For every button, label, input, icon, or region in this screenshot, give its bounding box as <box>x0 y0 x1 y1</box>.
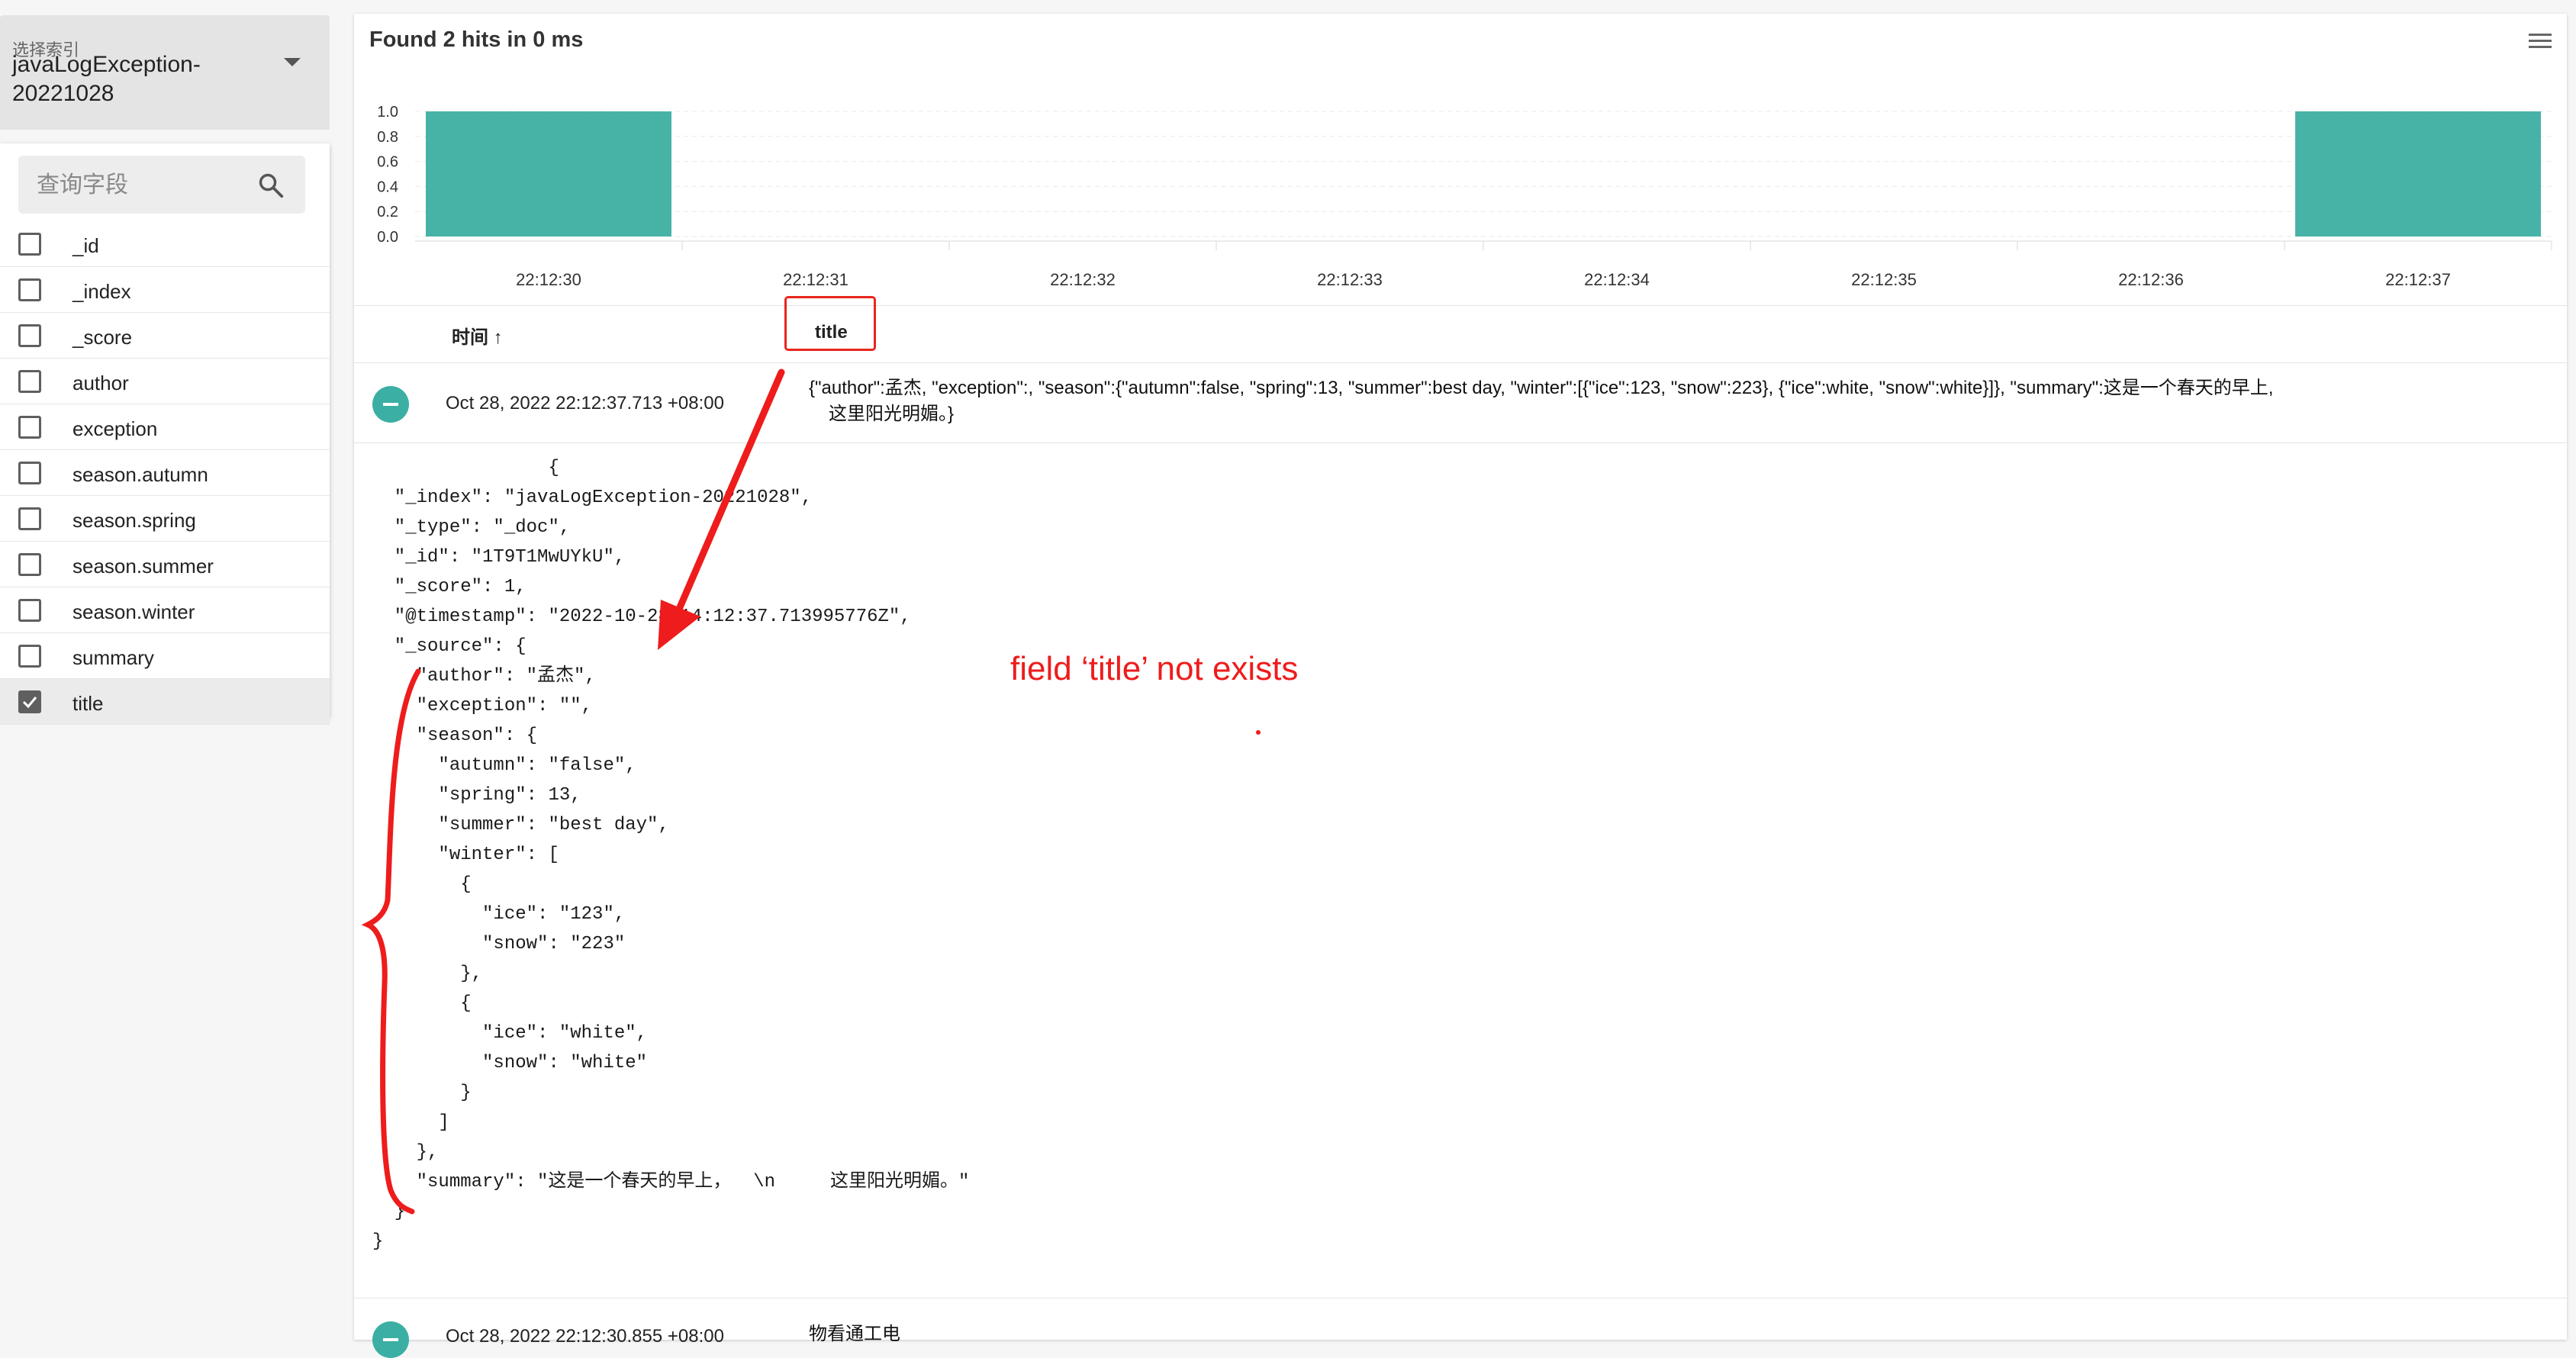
field-item-exception[interactable]: exception <box>0 404 330 450</box>
field-item-season-winter[interactable]: season.winter <box>0 587 330 633</box>
field-item-score[interactable]: _score <box>0 313 330 359</box>
sidebar: 选择索引 javaLogException-20221028 _id _index… <box>0 0 330 1340</box>
hits-count: Found 2 hits in 0 ms <box>369 27 584 52</box>
search-icon[interactable] <box>256 171 285 200</box>
divider <box>354 442 2567 443</box>
field-item-author[interactable]: author <box>0 359 330 404</box>
check-icon <box>22 697 37 709</box>
hamburger-menu-icon[interactable] <box>2527 31 2553 52</box>
field-item-summary[interactable]: summary <box>0 633 330 679</box>
field-item-title[interactable]: title <box>0 679 330 725</box>
field-panel: _id _index _scoreauthor exception season.aut… <box>0 143 330 725</box>
y-tick-label: 0.4 <box>377 179 398 195</box>
y-tick-label: 0.6 <box>377 154 398 171</box>
row-summary-line: 这里阳光明媚。} <box>829 404 955 424</box>
field-label: _score <box>72 326 133 349</box>
highlight-box <box>784 296 876 351</box>
field-item-index[interactable]: _index <box>0 267 330 313</box>
field-search-input[interactable] <box>35 156 252 215</box>
results-panel: Found 2 hits in 0 ms 0.0 0.2 0.4 0.6 0.8 1.0 2… <box>354 14 2567 1358</box>
checkbox-icon[interactable] <box>18 507 41 530</box>
expanded-document-json: { "_index": "javaLogException-20221028",… <box>372 458 970 1252</box>
row-time: Oct 28, 2022 22:12:30.855 +08:00 <box>446 1326 724 1347</box>
divider <box>354 305 2567 306</box>
checkbox-icon[interactable] <box>18 324 41 347</box>
x-tick-label: 22:12:36 <box>2118 270 2184 288</box>
checkbox-icon[interactable] <box>18 553 41 576</box>
row-summary: 物看通工电 <box>809 1324 900 1344</box>
field-item-season-autumn[interactable]: season.autumn <box>0 450 330 496</box>
row-summary: {"author":孟杰, "exception":, "season":{"a… <box>809 375 2457 427</box>
index-select[interactable]: 选择索引 javaLogException-20221028 <box>0 15 330 130</box>
histogram-chart: 0.0 0.2 0.4 0.6 0.8 1.0 22:12:30 22:12:31 22:12:… <box>377 104 2552 288</box>
divider <box>354 362 2567 363</box>
x-tick-label: 22:12:35 <box>1851 270 1917 288</box>
y-tick-label: 1.0 <box>377 104 398 121</box>
checkbox-icon[interactable] <box>18 233 41 256</box>
field-label: summary <box>72 646 154 669</box>
row-time: Oct 28, 2022 22:12:37.713 +08:00 <box>446 393 724 414</box>
field-item-season-spring[interactable]: season.spring <box>0 496 330 542</box>
checkbox-icon[interactable] <box>18 370 41 393</box>
field-list: _id _index _scoreauthor exception season.aut… <box>0 221 330 725</box>
field-label: _index <box>72 280 131 303</box>
checkbox-icon[interactable] <box>18 645 41 668</box>
y-tick-label: 0.8 <box>377 129 398 146</box>
field-label: season.spring <box>72 509 196 532</box>
x-tick-label: 22:12:30 <box>516 270 581 288</box>
x-tick-label: 22:12:33 <box>1317 270 1383 288</box>
checkbox-icon[interactable] <box>18 599 41 622</box>
field-label: author <box>72 372 129 394</box>
field-label: exception <box>72 417 158 440</box>
y-tick-label: 0.2 <box>377 204 398 220</box>
column-header-time[interactable]: 时间 ↑ <box>452 322 503 349</box>
field-label: season.winter <box>72 600 195 623</box>
histogram-bar <box>426 111 671 237</box>
y-tick-label: 0.0 <box>377 229 398 246</box>
x-tick-label: 22:12:32 <box>1050 270 1116 288</box>
collapse-row-icon[interactable] <box>372 386 409 423</box>
x-tick-label: 22:12:37 <box>2385 270 2451 288</box>
annotation-text: field ‘title’ not exists <box>1010 650 1299 687</box>
x-tick-label: 22:12:31 <box>783 270 848 288</box>
histogram-bar <box>2295 111 2541 237</box>
x-tick-label: 22:12:34 <box>1584 270 1650 288</box>
checkbox-icon[interactable] <box>18 462 41 484</box>
field-search-box[interactable] <box>18 156 305 215</box>
checkbox-icon[interactable] <box>18 690 41 713</box>
field-label: season.autumn <box>72 463 208 486</box>
field-item-id[interactable]: _id <box>0 221 330 267</box>
field-label: season.summer <box>72 555 214 578</box>
index-select-value: javaLogException-20221028 <box>12 52 201 106</box>
checkbox-icon[interactable] <box>18 278 41 301</box>
collapse-row-icon[interactable] <box>372 1321 409 1358</box>
field-item-season-summer[interactable]: season.summer <box>0 542 330 587</box>
caret-down-icon[interactable] <box>284 58 301 66</box>
field-label: _id <box>72 234 99 257</box>
field-label: title <box>72 692 104 715</box>
checkbox-icon[interactable] <box>18 416 41 439</box>
row-summary-line: {"author":孟杰, "exception":, "season":{"a… <box>809 378 2274 398</box>
